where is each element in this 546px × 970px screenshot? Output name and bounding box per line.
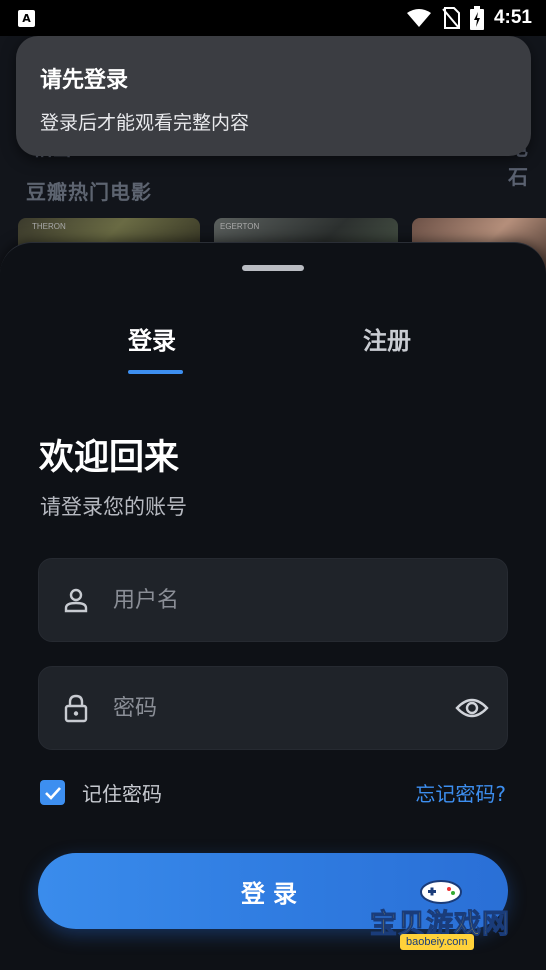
battery-charging-icon [469,6,484,30]
toast-title: 请先登录 [40,68,129,93]
status-bar: A 4:51 [0,0,546,36]
welcome-subtitle: 请登录您的账号 [40,495,187,519]
status-right: 4:51 [406,6,532,30]
toggle-password-visibility-icon[interactable] [437,696,507,720]
poster-caption: EGERTON [220,222,260,231]
check-icon [44,786,61,800]
no-sim-icon [442,7,460,29]
username-field[interactable] [38,558,508,642]
watermark-url: baobeiy.com [400,934,474,950]
site-watermark-logo: 宝贝游戏网 baobeiy.com [368,876,518,956]
tab-login[interactable]: 登录 [128,321,176,356]
user-icon [39,586,113,614]
status-time: 4:51 [493,7,532,28]
app-notification-icon: A [18,9,35,27]
welcome-heading: 欢迎回来 [39,438,180,478]
status-left: A [18,9,35,27]
background-section-title: 豆瓣热门电影 [26,180,152,204]
login-required-toast: 请先登录 登录后才能观看完整内容 [16,36,531,156]
active-tab-indicator [128,370,183,374]
poster-caption: THERON [32,222,66,231]
lock-icon [39,693,113,723]
tab-register[interactable]: 注册 [363,321,411,356]
forgot-password-link[interactable]: 忘记密码? [415,778,506,807]
password-field[interactable] [38,666,508,750]
toast-message: 登录后才能观看完整内容 [40,112,250,134]
wifi-icon [406,9,431,27]
password-input[interactable] [113,667,437,749]
remember-password-row[interactable]: 记住密码 [40,778,162,807]
drag-handle[interactable] [242,265,304,271]
remember-password-checkbox[interactable] [40,780,65,805]
remember-password-label: 记住密码 [82,782,162,806]
login-button-label: 登录 [241,879,305,908]
gamepad-icon [420,880,462,904]
login-bottom-sheet: 登录 注册 欢迎回来 请登录您的账号 记住密码 忘记密码? 登录 [0,242,546,970]
username-input[interactable] [113,559,507,641]
